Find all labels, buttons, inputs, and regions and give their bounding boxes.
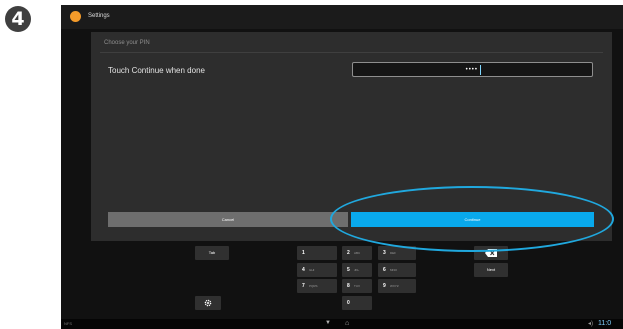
backspace-key[interactable] [474, 246, 508, 260]
settings-app-icon [70, 11, 81, 22]
pin-masked-value: •••• [465, 67, 478, 73]
key-7[interactable]: 7 PQRS [297, 279, 337, 293]
back-icon[interactable]: ▼ [325, 320, 331, 326]
keyboard-settings-key[interactable] [195, 296, 221, 310]
volume-icon[interactable]: ◂) [588, 320, 593, 327]
key-5[interactable]: 5 JKL [342, 263, 372, 277]
app-title: Settings [88, 13, 110, 19]
next-key[interactable]: Next [474, 263, 508, 277]
home-icon[interactable]: ⌂ [345, 320, 349, 327]
continue-button[interactable]: Continue [351, 212, 594, 227]
clock-time: 11:0 [598, 320, 612, 327]
nav-left-label: NFS [64, 321, 72, 326]
key-4[interactable]: 4 GHI [297, 263, 337, 277]
pin-prompt: Touch Continue when done [108, 66, 205, 75]
key-9[interactable]: 9 WXYZ [378, 279, 416, 293]
gear-icon [204, 299, 212, 307]
key-0[interactable]: 0 [342, 296, 372, 310]
step-number-badge: 4 [5, 6, 31, 32]
text-cursor [480, 65, 481, 75]
key-1[interactable]: 1 [297, 246, 337, 260]
action-bar: Settings [61, 5, 623, 29]
key-6[interactable]: 6 MNO [378, 263, 416, 277]
pin-dialog: Choose your PIN Touch Continue when done… [91, 32, 612, 241]
key-8[interactable]: 8 TUV [342, 279, 372, 293]
key-3[interactable]: 3 DEF [378, 246, 416, 260]
dialog-divider [100, 52, 603, 53]
dialog-title: Choose your PIN [104, 40, 150, 46]
tablet-screen: Settings Choose your PIN Touch Continue … [61, 5, 623, 329]
backspace-icon [485, 249, 497, 257]
key-2[interactable]: 2 ABC [342, 246, 372, 260]
system-nav-bar: NFS ▼ ⌂ ◂) 11:0 [61, 319, 623, 329]
cancel-button[interactable]: Cancel [108, 212, 348, 227]
pin-input[interactable]: •••• [352, 62, 593, 77]
tab-key[interactable]: Tab [195, 246, 229, 260]
